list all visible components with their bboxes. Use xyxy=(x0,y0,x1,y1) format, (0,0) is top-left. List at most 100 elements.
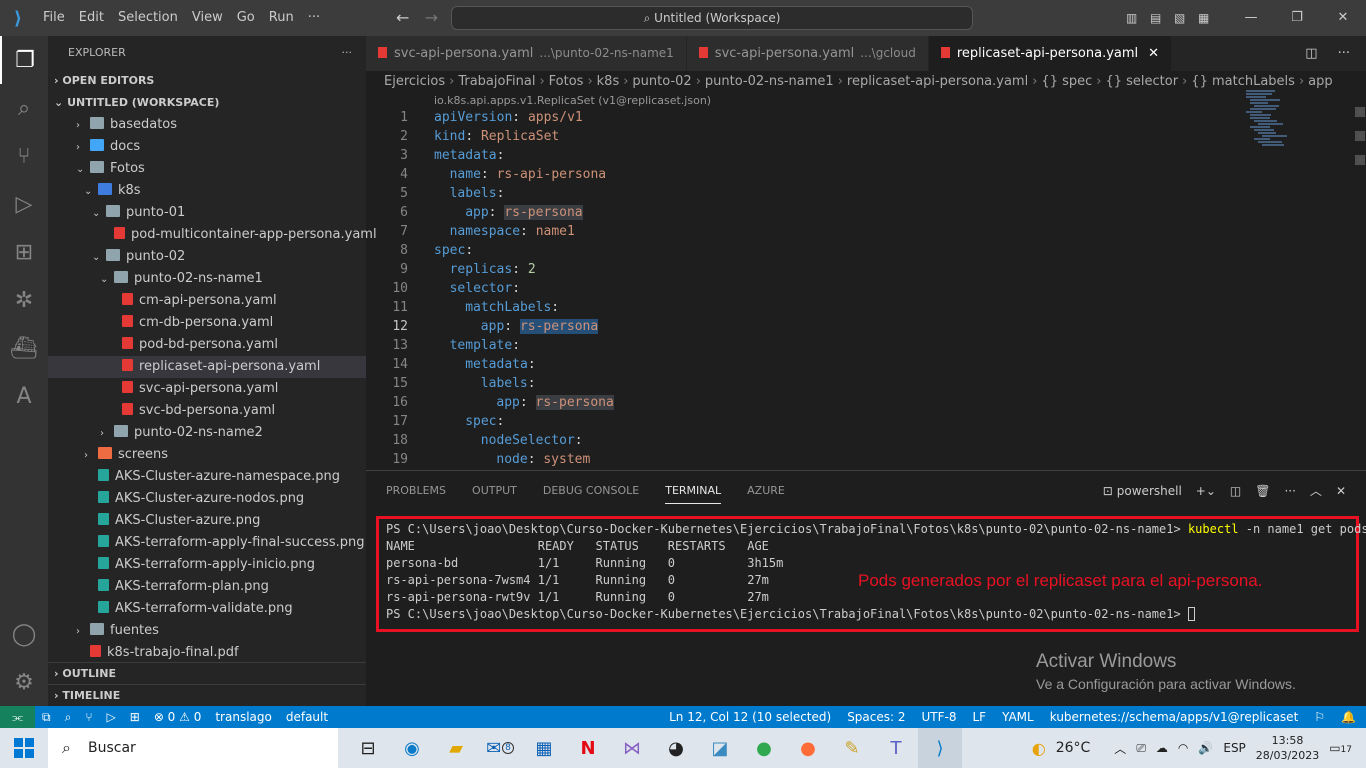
encoding[interactable]: UTF-8 xyxy=(922,706,957,728)
notepad-icon[interactable]: ◪ xyxy=(698,728,742,768)
problems-count[interactable]: ⊗ 0 ⚠ 0 xyxy=(154,706,202,728)
run-debug-icon[interactable]: ▷ xyxy=(0,180,48,228)
remote-icon[interactable]: ⫘ xyxy=(0,706,35,728)
split-editor-icon[interactable]: ◫ xyxy=(1305,36,1317,71)
tree-item[interactable]: AKS-terraform-apply-inicio.png xyxy=(48,554,366,576)
docker-icon[interactable]: ⛴ xyxy=(0,324,48,372)
tree-item[interactable]: ⌄ Fotos xyxy=(48,158,366,180)
tree-item[interactable]: cm-db-persona.yaml xyxy=(48,312,366,334)
weather-temp[interactable]: 26°C xyxy=(1056,740,1091,756)
indentation[interactable]: Spaces: 2 xyxy=(847,706,905,728)
breadcrumb-item[interactable]: {} selector xyxy=(1105,74,1178,89)
terminal-output[interactable]: PS C:\Users\joao\Desktop\Curso-Docker-Ku… xyxy=(376,516,1366,632)
clock[interactable]: 13:58 28/03/2023 xyxy=(1256,733,1319,763)
tree-item[interactable]: ⌄ punto-02 xyxy=(48,246,366,268)
breadcrumb-item[interactable]: Ejercicios xyxy=(384,74,445,89)
more-actions-icon[interactable]: ··· xyxy=(1338,36,1350,71)
tree-item[interactable]: svc-api-persona.yaml xyxy=(48,378,366,400)
more-actions-icon[interactable]: ··· xyxy=(342,36,353,70)
code-editor[interactable]: 1 apiVersion: apps/v1 2 kind: ReplicaSet 3 me… xyxy=(366,108,1366,470)
menu-selection[interactable]: Selection xyxy=(111,0,185,36)
language-mode[interactable]: YAML xyxy=(1002,706,1034,728)
volume-icon[interactable]: 🔊 xyxy=(1198,741,1213,755)
breadcrumb-item[interactable]: punto-02 xyxy=(632,74,691,89)
search-view-icon[interactable]: ⌕ xyxy=(0,84,48,132)
end-of-line[interactable]: LF xyxy=(972,706,986,728)
task-view-icon[interactable]: ⊟ xyxy=(346,728,390,768)
yaml-schema[interactable]: kubernetes://schema/apps/v1@replicaset xyxy=(1050,706,1299,728)
tree-item[interactable]: svc-bd-persona.yaml xyxy=(48,400,366,422)
run-icon[interactable]: ▷ xyxy=(107,706,116,728)
breadcrumb-item[interactable]: {} matchLabels xyxy=(1191,74,1295,89)
teams-icon[interactable]: T xyxy=(874,728,918,768)
git-graph-icon[interactable]: ⑂ xyxy=(85,706,92,728)
menu-edit[interactable]: Edit xyxy=(72,0,111,36)
outline-section[interactable]: › OUTLINE xyxy=(48,662,366,685)
kubernetes-icon[interactable]: ✲ xyxy=(0,276,48,324)
menu-go[interactable]: Go xyxy=(230,0,262,36)
accounts-icon[interactable]: ◯ xyxy=(0,610,48,658)
visual-studio-icon[interactable]: ⋈ xyxy=(610,728,654,768)
extensions-icon[interactable]: ⊞ xyxy=(0,228,48,276)
tree-item[interactable]: AKS-Cluster-azure.png xyxy=(48,510,366,532)
profile-label[interactable]: default xyxy=(286,706,328,728)
breadcrumb-item[interactable]: k8s xyxy=(597,74,620,89)
windows-start-icon[interactable] xyxy=(14,738,34,758)
chevron-up-icon[interactable]: ︿ xyxy=(1114,740,1126,757)
close-window-icon[interactable]: ✕ xyxy=(1320,0,1366,36)
tree-item[interactable]: pod-multicontainer-app-persona.yaml xyxy=(48,224,377,246)
breadcrumb-item[interactable]: TrabajoFinal xyxy=(458,74,535,89)
editor-scrollbar[interactable] xyxy=(1354,93,1366,470)
tab-output[interactable]: OUTPUT xyxy=(472,483,517,504)
toggle-panel-icon[interactable]: ▤ xyxy=(1150,0,1164,36)
notifications-bell-icon[interactable]: 🔔 xyxy=(1341,706,1356,728)
tree-item[interactable]: ⌄ k8s xyxy=(48,180,366,202)
minimize-icon[interactable]: — xyxy=(1228,0,1274,36)
notification-center-icon[interactable]: ▭17 xyxy=(1329,741,1352,755)
mail-icon[interactable]: ✉ 8 xyxy=(478,728,522,768)
menu-more[interactable]: ··· xyxy=(301,0,327,36)
split-terminal-icon[interactable]: ◫ xyxy=(1230,481,1241,501)
breadcrumb-item[interactable]: Fotos xyxy=(549,74,584,89)
search-status-icon[interactable]: ⌕ xyxy=(65,706,72,728)
wifi-icon[interactable]: ◠ xyxy=(1178,741,1188,755)
tree-item[interactable]: › basedatos xyxy=(48,114,366,136)
shell-name[interactable]: powershell xyxy=(1117,481,1182,501)
azure-icon[interactable]: A xyxy=(0,372,48,420)
tab-problems[interactable]: PROBLEMS xyxy=(386,483,446,504)
tree-item[interactable]: › punto-02-ns-name2 xyxy=(48,422,366,444)
timeline-section[interactable]: › TIMELINE xyxy=(48,684,366,707)
feedback-icon[interactable]: ⚐ xyxy=(1314,706,1325,728)
close-panel-icon[interactable]: ✕ xyxy=(1336,481,1346,501)
tree-item[interactable]: replicaset-api-persona.yaml xyxy=(48,356,366,378)
menu-run[interactable]: Run xyxy=(262,0,301,36)
menu-file[interactable]: File xyxy=(36,0,72,36)
chrome-icon[interactable]: ◕ xyxy=(654,728,698,768)
new-terminal-icon[interactable]: +⌄ xyxy=(1196,481,1216,501)
paint-icon[interactable]: ✎ xyxy=(830,728,874,768)
tab-debug-console[interactable]: DEBUG CONSOLE xyxy=(543,483,639,504)
branch-label[interactable]: translago xyxy=(215,706,272,728)
tree-item[interactable]: AKS-terraform-apply-final-success.png xyxy=(48,532,366,554)
tree-item[interactable]: AKS-Cluster-azure-namespace.png xyxy=(48,466,366,488)
tab-svc-api-persona-gcloud[interactable]: svc-api-persona.yaml ...\gcloud xyxy=(686,36,929,71)
edge-icon[interactable]: ◉ xyxy=(390,728,434,768)
netflix-icon[interactable]: N xyxy=(566,728,610,768)
cloud-icon[interactable]: ☁ xyxy=(1156,741,1168,755)
toggle-secondary-sidebar-icon[interactable]: ▧ xyxy=(1174,0,1188,36)
kill-terminal-icon[interactable]: 🗑 xyxy=(1255,481,1270,501)
tab-svc-api-persona-name1[interactable]: svc-api-persona.yaml ...\punto-02-ns-name… xyxy=(366,36,687,71)
workspace-section[interactable]: ⌄ UNTITLED (WORKSPACE) xyxy=(48,92,366,114)
tree-item[interactable]: AKS-terraform-plan.png xyxy=(48,576,366,598)
tree-item[interactable]: AKS-Cluster-azure-nodos.png xyxy=(48,488,366,510)
store-icon[interactable]: ▦ xyxy=(522,728,566,768)
weather-icon[interactable]: ◐ xyxy=(1032,739,1046,758)
close-tab-icon[interactable]: ✕ xyxy=(1148,46,1159,61)
usb-icon[interactable]: ⎚ xyxy=(1136,741,1146,756)
postman-icon[interactable]: ● xyxy=(786,728,830,768)
command-center-search[interactable]: ⌕ Untitled (Workspace) xyxy=(451,6,973,30)
tree-item[interactable]: AKS-terraform-validate.png xyxy=(48,598,366,620)
toggle-sidebar-icon[interactable]: ▥ xyxy=(1126,0,1140,36)
breadcrumb-item[interactable]: app xyxy=(1308,74,1332,89)
ports-icon[interactable]: ⧉ xyxy=(42,706,51,728)
